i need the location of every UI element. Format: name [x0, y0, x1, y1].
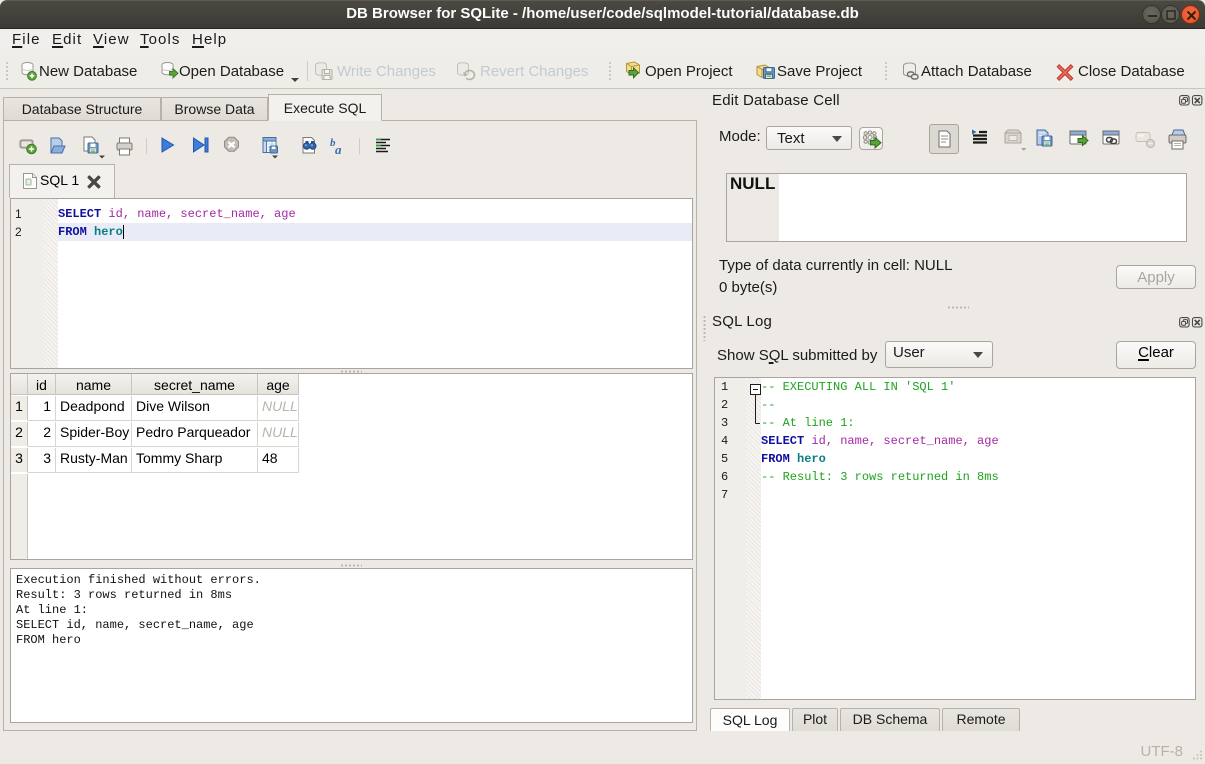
svg-text:a: a — [335, 142, 342, 157]
